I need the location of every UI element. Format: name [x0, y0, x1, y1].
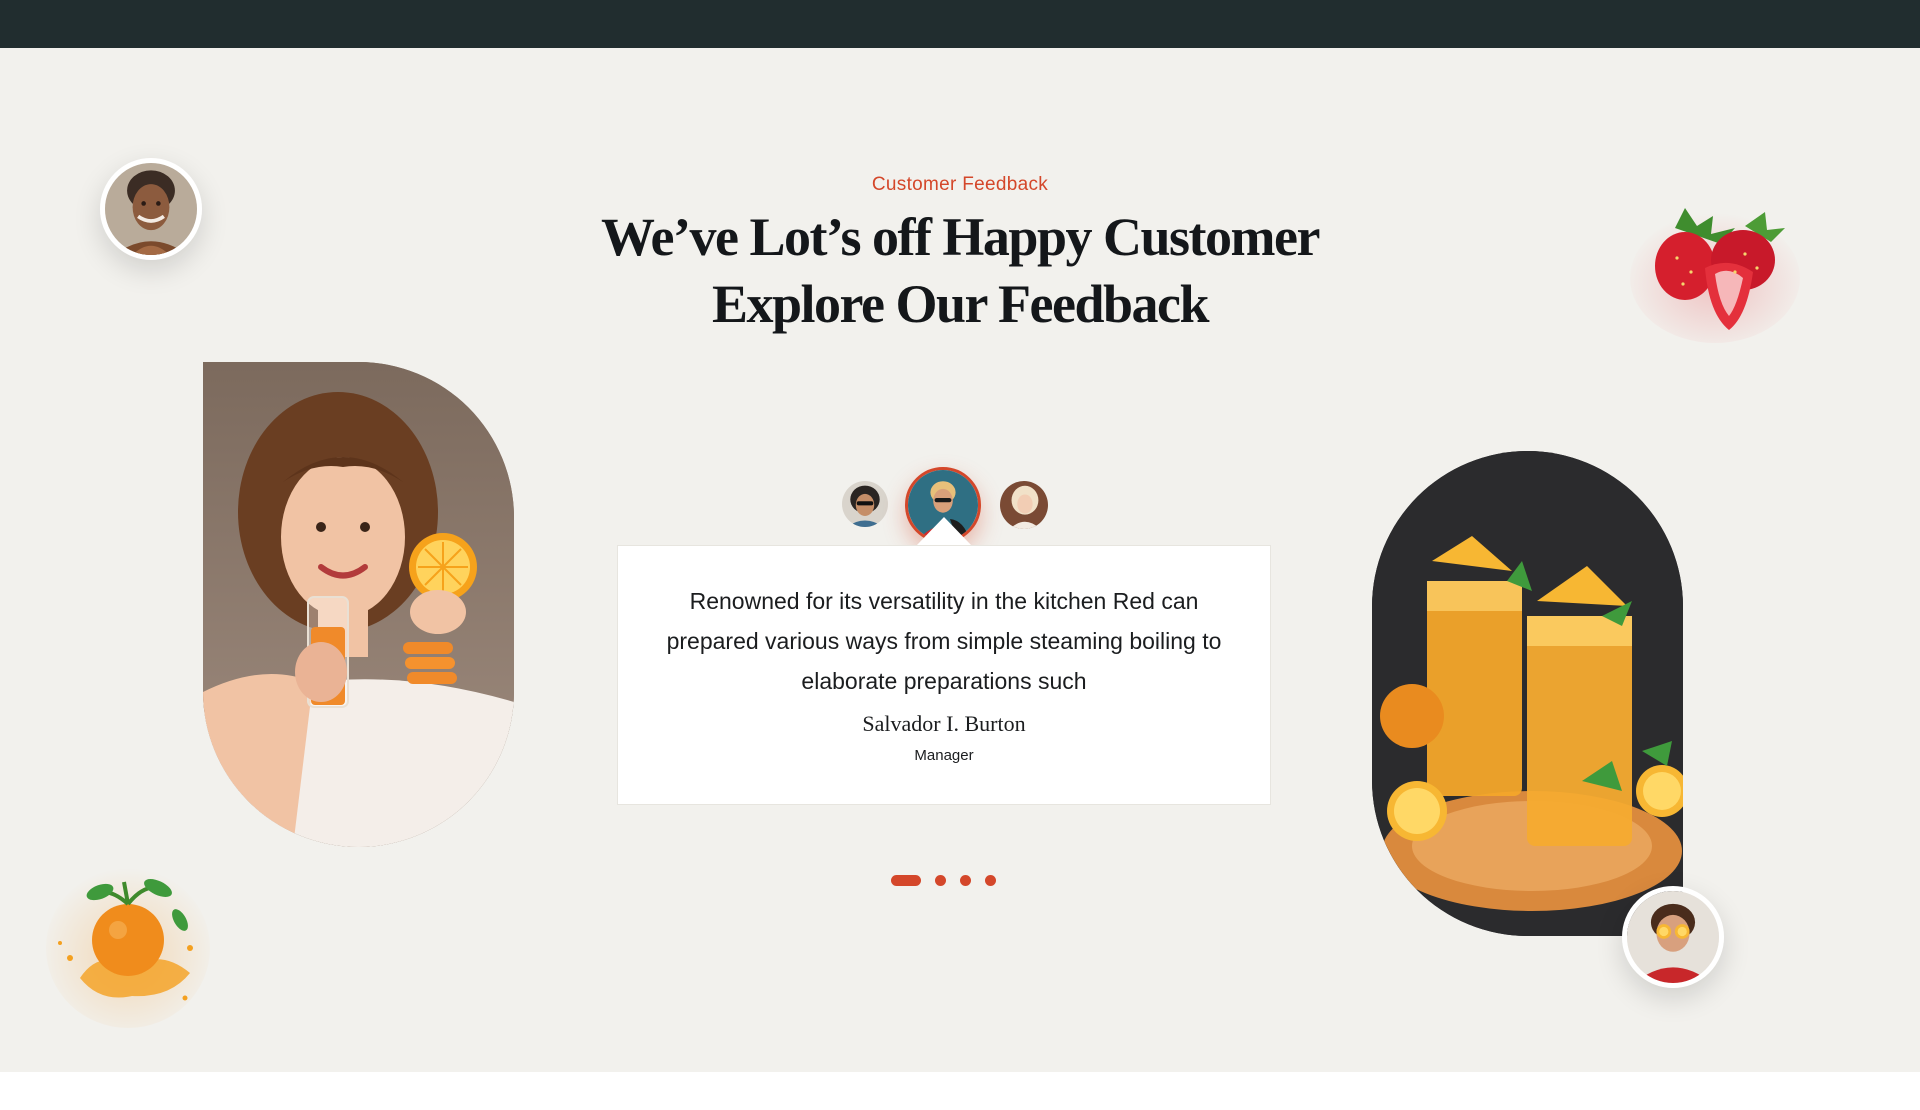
strawberry-icon [1625, 198, 1800, 343]
woman-blonde-avatar [1000, 481, 1048, 529]
testimonial-thumb-1[interactable] [842, 481, 888, 527]
pagination-dot-2[interactable] [935, 874, 946, 886]
card-pointer [916, 517, 972, 546]
section-heading: We’ve Lot’s off Happy Customer Explore O… [560, 204, 1360, 338]
testimonials-section: Customer Feedback We’ve Lot’s off Happy … [0, 48, 1920, 1072]
man-sunglasses-avatar [842, 481, 888, 527]
pagination-dot-1[interactable] [891, 874, 921, 886]
section-eyebrow: Customer Feedback [871, 174, 1049, 195]
orange-splash-icon [40, 848, 210, 1028]
heading-line-2: Explore Our Feedback [711, 274, 1210, 334]
woman-holding-oranges-avatar [1622, 886, 1724, 988]
heading-line-1: We’ve Lot’s off Happy Customer [601, 207, 1320, 267]
carousel-pagination [891, 874, 996, 886]
orange-juice-glasses-photo [1372, 451, 1683, 936]
top-bar [0, 0, 1920, 48]
woman-with-orange-juice-photo [203, 362, 514, 847]
testimonial-card: Renowned for its versatility in the kitc… [617, 545, 1271, 805]
pagination-dot-4[interactable] [985, 874, 996, 886]
testimonial-quote: Renowned for its versatility in the kitc… [666, 588, 1222, 694]
testimonial-role: Manager [914, 747, 974, 764]
pagination-dot-3[interactable] [960, 874, 971, 886]
bottom-strip [0, 1072, 1920, 1110]
testimonial-thumb-3[interactable] [1000, 481, 1048, 529]
testimonial-author: Salvador I. Burton [862, 711, 1026, 736]
